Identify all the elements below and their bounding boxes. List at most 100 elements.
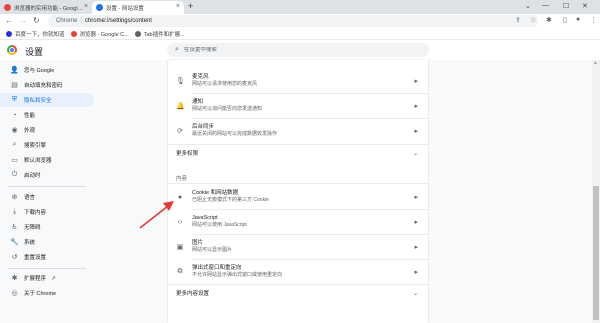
setting-row-notifications[interactable]: 🔔 通知 网站可以询问能否向您发送通知 ▸ bbox=[168, 95, 428, 117]
setting-row-cookies[interactable]: ● Cookie 和网站数据 已阻止无痕模式下的第三方 Cookie ▸ bbox=[168, 186, 428, 208]
section-divider bbox=[168, 183, 428, 184]
palette-icon: ◉ bbox=[11, 127, 18, 134]
address-separator: | bbox=[80, 18, 82, 24]
sidebar-item-default-browser[interactable]: ▭ 默认浏览器 bbox=[0, 153, 94, 167]
tab-inactive[interactable]: 浏览器的实用功能 - Google Ch... × bbox=[0, 1, 92, 14]
window-close-button[interactable]: ✕ bbox=[582, 2, 588, 10]
sidebar-divider bbox=[8, 186, 86, 187]
sidebar-item-reset[interactable]: ↺ 重置设置 bbox=[0, 250, 94, 264]
bookmark-item[interactable]: 浏览器 - Google C... bbox=[70, 30, 129, 38]
sidebar-item-label: 下载内容 bbox=[24, 210, 47, 216]
baidu-icon bbox=[6, 30, 12, 37]
back-button[interactable]: ← bbox=[5, 16, 13, 25]
sidebar-item-label: 扩展程序 bbox=[24, 276, 47, 282]
maximize-button[interactable]: ☐ bbox=[563, 2, 569, 10]
sidebar-item-about-chrome[interactable]: ◎ 关于 Chrome bbox=[0, 286, 94, 300]
download-icon: ⤓ bbox=[12, 208, 17, 215]
profile-icon[interactable]: ● bbox=[576, 16, 580, 23]
minimize-button[interactable]: — bbox=[542, 2, 549, 9]
sidebar-item-appearance[interactable]: ◉ 外观 bbox=[0, 123, 94, 137]
row-divider bbox=[192, 93, 428, 94]
settings-header: 设置 ⌕ bbox=[0, 40, 600, 60]
setting-title: Cookie 和网站数据 bbox=[192, 190, 239, 196]
sidebar-item-extensions[interactable]: ✱ 扩展程序 ↗ bbox=[0, 271, 94, 285]
close-icon[interactable]: × bbox=[84, 3, 88, 10]
microphone-icon: 🎙 bbox=[176, 78, 185, 85]
share-icon[interactable]: ⇪ bbox=[515, 16, 521, 24]
tab-active[interactable]: 设置 - 网站设置 × bbox=[92, 1, 184, 14]
sidebar-item-label: 重置设置 bbox=[24, 255, 47, 261]
arrow-right-icon: ▸ bbox=[414, 103, 418, 110]
settings-search[interactable]: ⌕ bbox=[167, 43, 429, 57]
close-icon[interactable]: × bbox=[176, 3, 180, 10]
bookmark-star-icon[interactable]: ☆ bbox=[530, 16, 536, 24]
setting-row-microphone[interactable]: 🎙 麦克风 网站可以请求使用您的麦克风 ▸ bbox=[168, 70, 428, 92]
setting-description: 已阻止无痕模式下的第三方 Cookie bbox=[192, 197, 269, 203]
search-input[interactable] bbox=[183, 47, 404, 53]
settings-page: 👤 您与 Google ▤ 自动填充和密码 ⛨ 隐私和安全 ◔ 性能 ◉ 外观 … bbox=[0, 60, 600, 323]
sidebar-item-system[interactable]: 🔧 系统 bbox=[0, 235, 94, 249]
more-permissions-toggle[interactable]: 更多权限 ⌄ bbox=[168, 145, 428, 161]
tab-title: 设置 - 网站设置 bbox=[106, 5, 144, 12]
sidebar-item-downloads[interactable]: ⤓ 下载内容 bbox=[0, 205, 94, 219]
scroll-up-arrow-icon[interactable]: ▲ bbox=[593, 60, 598, 66]
side-panel-icon[interactable]: ▯ bbox=[563, 16, 567, 24]
scrollbar-thumb[interactable] bbox=[593, 186, 599, 320]
setting-title: 图片 bbox=[192, 240, 204, 246]
arrow-right-icon: ▸ bbox=[414, 78, 418, 85]
sidebar-item-label: 默认浏览器 bbox=[24, 158, 52, 164]
power-icon: ⏻ bbox=[11, 171, 18, 178]
sidebar-item-accessibility[interactable]: ♿ 无障碍 bbox=[0, 220, 94, 234]
sidebar-item-label: 自动填充和密码 bbox=[24, 83, 63, 89]
globe-icon: ⊕ bbox=[11, 194, 18, 201]
bookmark-item[interactable]: 百度一下，你就知道 bbox=[6, 30, 65, 38]
settings-favicon-icon bbox=[96, 4, 103, 11]
setting-description: 网站可以询问能否向您发送通知 bbox=[192, 106, 263, 112]
cookie-icon: ● bbox=[177, 193, 183, 201]
sidebar-item-label: 启动时 bbox=[24, 173, 41, 179]
code-icon: ‹› bbox=[177, 218, 183, 226]
setting-text: JavaScript 网站可以使用 JavaScript bbox=[192, 215, 247, 229]
site-favicon-icon bbox=[134, 30, 141, 37]
setting-text: Cookie 和网站数据 已阻止无痕模式下的第三方 Cookie bbox=[192, 190, 269, 204]
setting-description: 最近关闭的网站可以完成数据收发操作 bbox=[192, 131, 278, 137]
site-favicon-icon bbox=[70, 30, 77, 37]
new-tab-button[interactable]: + bbox=[188, 1, 193, 11]
sidebar-item-search-engine[interactable]: ⌕ 搜索引擎 bbox=[0, 138, 94, 152]
bookmark-label: 百度一下，你就知道 bbox=[15, 31, 65, 38]
sidebar-item-languages[interactable]: ⊕ 语言 bbox=[0, 190, 94, 204]
bookmark-item[interactable]: Tab插件和扩展... bbox=[134, 30, 185, 38]
autofill-icon: ▤ bbox=[11, 82, 18, 89]
bookmark-label: 浏览器 - Google C... bbox=[79, 31, 129, 38]
setting-row-images[interactable]: ▣ 图片 网站可以显示图片 ▸ bbox=[168, 236, 428, 258]
sidebar-item-label: 无障碍 bbox=[24, 225, 41, 231]
sidebar-item-label: 关于 Chrome bbox=[24, 291, 57, 297]
sidebar-item-you-and-google[interactable]: 👤 您与 Google bbox=[0, 63, 94, 77]
section-heading: 内容 bbox=[176, 176, 188, 182]
forward-button[interactable]: → bbox=[19, 16, 27, 25]
bookmarks-bar: 百度一下，你就知道 浏览器 - Google C... Tab插件和扩展... bbox=[0, 28, 600, 40]
setting-row-popups[interactable]: ⧉ 弹出式窗口和重定向 不允许网站显示弹出式窗口或使用重定向 ▸ bbox=[168, 261, 428, 283]
tab-search-icon[interactable]: ⌄ bbox=[525, 2, 531, 10]
arrow-right-icon: ▸ bbox=[414, 269, 418, 276]
setting-text: 通知 网站可以询问能否向您发送通知 bbox=[192, 99, 262, 113]
setting-row-background-sync[interactable]: ⟳ 后台同步 最近关闭的网站可以完成数据收发操作 ▸ bbox=[168, 120, 428, 142]
reload-button[interactable]: ↻ bbox=[33, 16, 40, 25]
menu-icon[interactable]: ⋮ bbox=[590, 16, 597, 24]
sidebar-item-on-startup[interactable]: ⏻ 启动时 bbox=[0, 168, 94, 182]
more-content-settings-toggle[interactable]: 更多内容设置 ⌄ bbox=[168, 285, 428, 301]
wrench-icon: 🔧 bbox=[10, 239, 19, 246]
extensions-icon[interactable]: ✱ bbox=[546, 16, 552, 24]
address-bar[interactable]: Chrome | chrome://settings/content bbox=[48, 15, 538, 27]
sidebar-item-privacy[interactable]: ⛨ 隐私和安全 bbox=[0, 93, 94, 107]
setting-row-javascript[interactable]: ‹› JavaScript 网站可以使用 JavaScript ▸ bbox=[168, 211, 428, 233]
setting-text: 麦克风 网站可以请求使用您的麦克风 bbox=[192, 74, 257, 88]
sidebar-item-performance[interactable]: ◔ 性能 bbox=[0, 108, 94, 122]
page-scrollbar[interactable]: ▲ bbox=[592, 60, 600, 323]
site-chip: Chrome bbox=[56, 18, 78, 24]
setting-description: 网站可以请求使用您的麦克风 bbox=[192, 81, 258, 87]
sidebar-item-label: 系统 bbox=[24, 240, 36, 246]
external-link-icon: ↗ bbox=[51, 275, 57, 282]
search-icon: ⌕ bbox=[175, 46, 179, 53]
sidebar-item-autofill[interactable]: ▤ 自动填充和密码 bbox=[0, 78, 94, 92]
